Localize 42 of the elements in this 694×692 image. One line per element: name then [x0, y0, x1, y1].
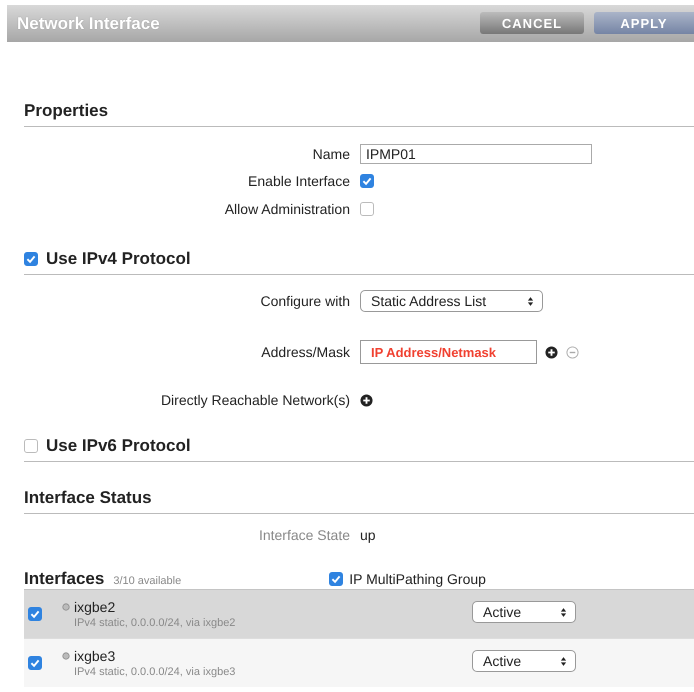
mode-dropdown[interactable]: Active — [472, 650, 576, 672]
field-label: Directly Reachable Network(s) — [160, 392, 351, 408]
checkbox[interactable] — [24, 252, 38, 266]
add-icon[interactable] — [360, 394, 373, 406]
interface-name: ixgbe3 — [74, 648, 116, 664]
mode-dropdown[interactable]: Active — [472, 601, 576, 623]
status-icon — [62, 652, 70, 660]
interface-name: ixgbe2 — [74, 599, 116, 615]
address-field[interactable]: IP Address/Netmask — [360, 340, 537, 364]
section-heading: Properties — [23, 101, 110, 121]
checkbox[interactable] — [329, 572, 344, 586]
state-value: up — [360, 527, 376, 543]
interface-row[interactable]: ixgbe3 IPv4 static, 0.0.0.0/24, via ixgbe3 Active — [24, 638, 694, 687]
field-label: Address/Mask — [260, 344, 351, 360]
checkbox[interactable] — [24, 439, 38, 453]
checkbox[interactable] — [28, 607, 42, 621]
checkbox[interactable] — [360, 174, 374, 188]
sort-arrows-icon — [560, 606, 567, 618]
add-icon[interactable] — [545, 346, 558, 358]
field-label: Allow Administration — [224, 201, 351, 217]
checkbox[interactable] — [360, 202, 374, 216]
interface-detail: IPv4 static, 0.0.0.0/24, via ixgbe3 — [73, 666, 236, 678]
status-icon — [62, 603, 70, 611]
name-field[interactable]: IPMP01 — [360, 144, 592, 164]
field-label: Name — [312, 146, 351, 162]
checkbox[interactable] — [28, 656, 42, 670]
configure-dropdown[interactable]: Static Address List — [360, 290, 543, 312]
window-title: Network Interface — [16, 14, 160, 34]
checkbox-label: IP MultiPathing Group — [349, 571, 486, 587]
section-heading: Use IPv6 Protocol — [46, 436, 191, 456]
sort-arrows-icon — [527, 296, 534, 306]
available-count: 3/10 available — [113, 575, 182, 587]
section-heading: Use IPv4 Protocol — [46, 249, 191, 269]
section-heading: Interface Status — [23, 488, 153, 508]
interface-detail: IPv4 static, 0.0.0.0/24, via ixgbe2 — [73, 617, 236, 629]
interface-row[interactable]: ixgbe2 IPv4 static, 0.0.0.0/24, via ixgbe2 Active — [24, 589, 694, 638]
section-heading: Interfaces — [24, 569, 104, 589]
field-label: Interface State — [258, 527, 351, 543]
field-label: Enable Interface — [247, 173, 351, 189]
remove-icon[interactable] — [566, 346, 579, 358]
sort-arrows-icon — [560, 656, 567, 666]
field-label: Configure with — [260, 293, 351, 309]
